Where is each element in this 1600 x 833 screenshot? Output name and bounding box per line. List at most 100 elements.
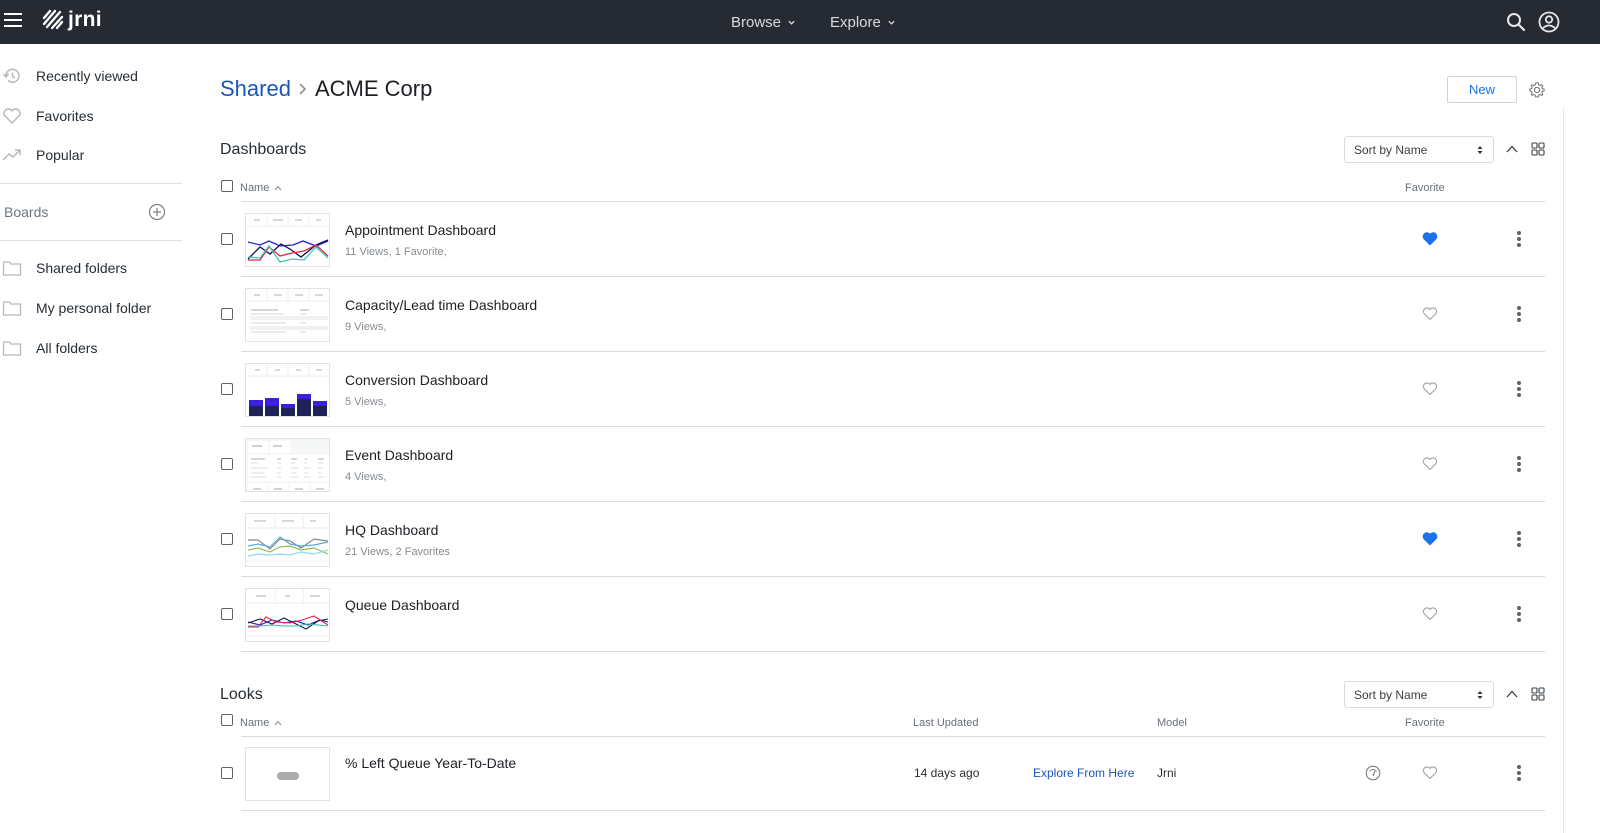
breadcrumb-shared-link[interactable]: Shared [220, 76, 291, 102]
dashboard-title[interactable]: Appointment Dashboard [345, 222, 496, 238]
dashboard-row: HQ Dashboard 21 Views, 2 Favorites [0, 502, 1600, 577]
favorite-heart-filled-icon[interactable] [1422, 531, 1438, 546]
dashboard-thumbnail[interactable] [245, 213, 330, 267]
more-options-icon[interactable] [1513, 605, 1525, 623]
dashboard-thumbnail[interactable] [245, 363, 330, 417]
dashboards-sort-select[interactable]: Sort by Name [1344, 136, 1494, 163]
sort-ascending-icon [274, 185, 282, 191]
menu-icon[interactable] [4, 13, 22, 29]
sort-select-value: Sort by Name [1354, 687, 1428, 702]
explore-menu[interactable]: Explore [830, 0, 896, 44]
look-thumbnail[interactable] [245, 747, 330, 801]
sidebar-item-recently-viewed[interactable]: Recently viewed [0, 61, 182, 91]
dashboard-stats: 21 Views, 2 Favorites [345, 546, 450, 558]
looks-sort-select[interactable]: Sort by Name [1344, 681, 1494, 708]
sidebar-divider [0, 183, 182, 184]
favorite-heart-icon[interactable] [1422, 456, 1438, 471]
more-options-icon[interactable] [1513, 230, 1525, 248]
more-options-icon[interactable] [1513, 455, 1525, 473]
favorite-heart-icon[interactable] [1422, 306, 1438, 321]
favorite-column-header: Favorite [1405, 717, 1445, 729]
select-arrows-icon [1477, 691, 1483, 699]
dashboard-preview-icon [246, 439, 329, 491]
browse-menu[interactable]: Browse [731, 0, 796, 44]
favorite-heart-icon[interactable] [1422, 606, 1438, 621]
more-options-icon[interactable] [1513, 380, 1525, 398]
dashboard-stats: 5 Views, [345, 396, 387, 408]
row-checkbox[interactable] [221, 608, 233, 620]
gear-icon[interactable] [1528, 81, 1546, 99]
dashboard-title[interactable]: Queue Dashboard [345, 597, 459, 613]
chevron-right-icon [299, 83, 307, 95]
new-button[interactable]: New [1447, 76, 1517, 103]
dashboard-title[interactable]: Conversion Dashboard [345, 372, 488, 388]
row-checkbox[interactable] [221, 458, 233, 470]
favorite-heart-filled-icon[interactable] [1422, 231, 1438, 246]
sidebar-item-popular[interactable]: Popular [0, 140, 182, 170]
dashboard-stats: 4 Views, [345, 471, 387, 483]
chevron-down-icon [888, 20, 895, 25]
logo-text: jrni [68, 8, 102, 31]
name-column-header[interactable]: Name [240, 182, 282, 194]
look-title[interactable]: % Left Queue Year-To-Date [345, 755, 516, 771]
sidebar-item-favorites[interactable]: Favorites [0, 101, 182, 131]
explore-label: Explore [830, 13, 881, 31]
dashboard-preview-icon [246, 514, 329, 562]
sidebar-item-label: Recently viewed [36, 68, 138, 84]
dashboard-preview-icon [246, 364, 329, 416]
top-bar: jrni Browse Explore [0, 0, 1600, 44]
sort-select-value: Sort by Name [1354, 142, 1428, 157]
row-checkbox[interactable] [221, 383, 233, 395]
explore-from-here-link[interactable]: Explore From Here [1033, 766, 1134, 780]
favorite-heart-icon[interactable] [1422, 381, 1438, 396]
browse-label: Browse [731, 13, 782, 31]
account-icon[interactable] [1538, 11, 1560, 33]
select-all-dashboards-checkbox[interactable] [221, 180, 233, 192]
collapse-icon[interactable] [1505, 687, 1519, 701]
row-checkbox[interactable] [221, 533, 233, 545]
dashboard-thumbnail[interactable] [245, 288, 330, 342]
looks-section-title: Looks [220, 686, 263, 703]
more-options-icon[interactable] [1513, 305, 1525, 323]
grid-view-icon[interactable] [1531, 142, 1545, 156]
favorite-column-header: Favorite [1405, 182, 1445, 194]
dashboard-row: Capacity/Lead time Dashboard 9 Views, [0, 277, 1600, 352]
last-updated-column-header[interactable]: Last Updated [913, 717, 978, 729]
trending-icon [2, 149, 21, 161]
dashboard-stats: 9 Views, [345, 321, 387, 333]
dashboard-preview-icon [246, 289, 329, 333]
gauge-icon[interactable] [1365, 765, 1381, 781]
dashboard-preview-icon [246, 214, 329, 263]
history-icon [2, 68, 20, 84]
dashboard-stats: 11 Views, 1 Favorite, [345, 246, 447, 258]
page-title: ACME Corp [314, 76, 433, 101]
more-options-icon[interactable] [1513, 530, 1525, 548]
search-icon[interactable] [1506, 12, 1526, 32]
logo-mark-icon [42, 9, 64, 30]
name-column-label: Name [240, 182, 270, 194]
model-column-header[interactable]: Model [1157, 717, 1187, 729]
sort-ascending-icon [274, 720, 282, 726]
dashboard-thumbnail[interactable] [245, 513, 330, 567]
divider [241, 651, 1545, 652]
dashboard-row: Conversion Dashboard 5 Views, [0, 352, 1600, 427]
dashboard-title[interactable]: HQ Dashboard [345, 522, 438, 538]
dashboard-title[interactable]: Event Dashboard [345, 447, 453, 463]
dashboard-thumbnail[interactable] [245, 438, 330, 492]
select-all-looks-checkbox[interactable] [221, 714, 233, 726]
row-checkbox[interactable] [221, 308, 233, 320]
row-checkbox[interactable] [221, 233, 233, 245]
last-updated-value: 14 days ago [914, 766, 980, 780]
more-options-icon[interactable] [1513, 764, 1525, 782]
dashboard-title[interactable]: Capacity/Lead time Dashboard [345, 297, 537, 313]
row-checkbox[interactable] [221, 767, 233, 779]
name-column-header[interactable]: Name [240, 717, 282, 729]
divider [241, 810, 1545, 811]
dashboard-thumbnail[interactable] [245, 588, 330, 642]
grid-view-icon[interactable] [1531, 687, 1545, 701]
dashboard-preview-icon [246, 589, 329, 637]
collapse-icon[interactable] [1505, 142, 1519, 156]
single-value-thumbnail-icon [277, 772, 299, 780]
logo[interactable]: jrni [42, 8, 102, 32]
favorite-heart-icon[interactable] [1422, 765, 1438, 780]
